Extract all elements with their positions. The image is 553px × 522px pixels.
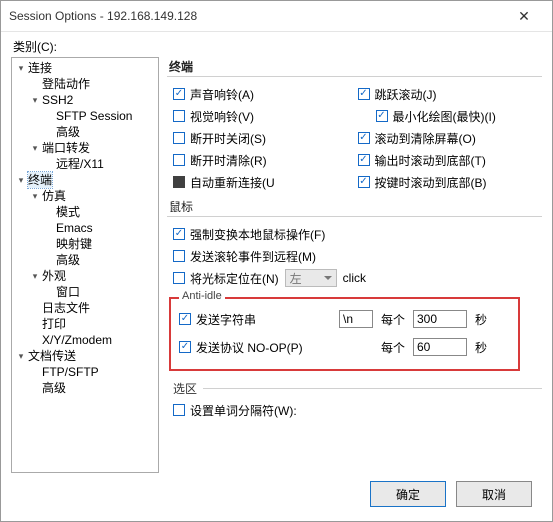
- dialog-buttons: 确定 取消: [11, 473, 542, 517]
- chevron-down-icon[interactable]: ▾: [30, 271, 40, 281]
- tree-item-mapkeys[interactable]: 映射键: [44, 236, 158, 252]
- chevron-down-icon[interactable]: ▾: [30, 95, 40, 105]
- opt-scroll-clear[interactable]: ✓滚动到清除屏幕(O): [358, 127, 543, 149]
- seconds-label: 秒: [475, 311, 495, 328]
- checkbox-icon[interactable]: [173, 132, 185, 144]
- tree-item-advanced[interactable]: 高级: [44, 124, 158, 140]
- close-icon[interactable]: ✕: [504, 8, 544, 25]
- opt-clear-on-disconnect[interactable]: 断开时清除(R): [173, 149, 358, 171]
- tree-item-print[interactable]: 打印: [30, 316, 158, 332]
- tree-item-login[interactable]: 登陆动作: [30, 76, 158, 92]
- settings-panel: 终端 ✓声音响铃(A) 视觉响铃(V) 断开时关闭(S) 断开时清除(R) ■自…: [159, 57, 542, 473]
- checkbox-icon[interactable]: ✓: [179, 313, 191, 325]
- interval-input-2[interactable]: [413, 338, 467, 356]
- every-label: 每个: [373, 311, 413, 328]
- tree-item-portfwd[interactable]: ▾端口转发: [30, 140, 158, 156]
- checkbox-icon[interactable]: ✓: [358, 88, 370, 100]
- opt-word-delimiters[interactable]: 设置单词分隔符(W):: [173, 399, 542, 421]
- send-string-label: 发送字符串: [196, 311, 256, 328]
- checkbox-icon[interactable]: ✓: [376, 110, 388, 122]
- window-title: Session Options - 192.168.149.128: [9, 9, 504, 23]
- cursor-button-select[interactable]: 左: [285, 269, 337, 287]
- anti-idle-group: Anti-idle ✓ 发送字符串 每个 秒 ✓: [169, 297, 520, 371]
- tree-item-remote-x11[interactable]: 远程/X11: [44, 156, 158, 172]
- checkbox-icon[interactable]: [173, 110, 185, 122]
- opt-min-redraw[interactable]: ✓最小化绘图(最快)(I): [358, 105, 543, 127]
- tree-item-ftpsftp[interactable]: FTP/SFTP: [30, 364, 158, 380]
- chevron-down-icon[interactable]: ▾: [16, 175, 26, 185]
- checkbox-icon[interactable]: [173, 250, 185, 262]
- tree-item-sftp[interactable]: SFTP Session: [44, 108, 158, 124]
- terminal-header: 终端: [167, 57, 542, 77]
- checkbox-icon[interactable]: ✓: [358, 154, 370, 166]
- opt-scroll-bottom-key[interactable]: ✓按键时滚动到底部(B): [358, 171, 543, 193]
- category-label: 类别(C):: [11, 36, 542, 57]
- checkbox-icon[interactable]: [173, 154, 185, 166]
- category-tree[interactable]: ▾ 连接 登陆动作 ▾SSH2 SFTP Session 高级: [11, 57, 159, 473]
- selection-header: 选区: [173, 380, 197, 397]
- checkbox-icon[interactable]: [173, 272, 185, 284]
- opt-visual-bell[interactable]: 视觉响铃(V): [173, 105, 358, 127]
- tree-item-mode[interactable]: 模式: [44, 204, 158, 220]
- opt-jump-scroll[interactable]: ✓跳跃滚动(J): [358, 83, 543, 105]
- every-label: 每个: [373, 339, 413, 356]
- checkbox-icon[interactable]: ✓: [358, 132, 370, 144]
- send-string-input[interactable]: [339, 310, 373, 328]
- checkbox-icon[interactable]: ✓: [179, 341, 191, 353]
- tree-item-terminal[interactable]: ▾ 终端: [16, 172, 158, 188]
- tree-item-ssh2[interactable]: ▾SSH2: [30, 92, 158, 108]
- divider: [203, 388, 542, 389]
- tree-item-xyzmodem[interactable]: X/Y/Zmodem: [30, 332, 158, 348]
- tree-item-advanced[interactable]: 高级: [30, 380, 158, 396]
- chevron-down-icon[interactable]: ▾: [16, 63, 26, 73]
- ok-button[interactable]: 确定: [370, 481, 446, 507]
- opt-scroll-bottom-output[interactable]: ✓输出时滚动到底部(T): [358, 149, 543, 171]
- opt-close-on-disconnect[interactable]: 断开时关闭(S): [173, 127, 358, 149]
- tree-item-appearance[interactable]: ▾外观: [30, 268, 158, 284]
- tree-item-connection[interactable]: ▾ 连接: [16, 60, 158, 76]
- tree-item-emacs[interactable]: Emacs: [44, 220, 158, 236]
- opt-send-wheel[interactable]: 发送滚轮事件到远程(M): [173, 245, 542, 267]
- seconds-label: 秒: [475, 339, 495, 356]
- opt-auto-reconnect[interactable]: ■自动重新连接(U: [173, 171, 358, 193]
- dialog-window: Session Options - 192.168.149.128 ✕ 类别(C…: [0, 0, 553, 522]
- checkbox-icon[interactable]: ✓: [173, 88, 185, 100]
- checkbox-icon[interactable]: ✓: [173, 228, 185, 240]
- chevron-down-icon[interactable]: ▾: [30, 191, 40, 201]
- tree-item-logfile[interactable]: 日志文件: [30, 300, 158, 316]
- tree-item-advanced[interactable]: 高级: [44, 252, 158, 268]
- tree-item-window[interactable]: 窗口: [44, 284, 158, 300]
- checkbox-icon[interactable]: ✓: [358, 176, 370, 188]
- chevron-down-icon[interactable]: ▾: [16, 351, 26, 361]
- checkbox-icon[interactable]: ■: [173, 176, 185, 188]
- chevron-down-icon[interactable]: ▾: [30, 143, 40, 153]
- anti-idle-legend: Anti-idle: [179, 290, 225, 302]
- interval-input-1[interactable]: [413, 310, 467, 328]
- opt-force-local-mouse[interactable]: ✓强制变换本地鼠标操作(F): [173, 223, 542, 245]
- click-label: click: [343, 271, 366, 285]
- tree-item-emulation[interactable]: ▾仿真: [30, 188, 158, 204]
- title-bar: Session Options - 192.168.149.128 ✕: [1, 1, 552, 32]
- send-noop-label: 发送协议 NO-OP(P): [196, 339, 303, 356]
- opt-audio-bell[interactable]: ✓声音响铃(A): [173, 83, 358, 105]
- mouse-header: 鼠标: [167, 197, 542, 217]
- tree-item-filetransfer[interactable]: ▾文档传送: [16, 348, 158, 364]
- checkbox-icon[interactable]: [173, 404, 185, 416]
- cancel-button[interactable]: 取消: [456, 481, 532, 507]
- opt-position-cursor[interactable]: 将光标定位在(N) 左 click: [173, 267, 542, 289]
